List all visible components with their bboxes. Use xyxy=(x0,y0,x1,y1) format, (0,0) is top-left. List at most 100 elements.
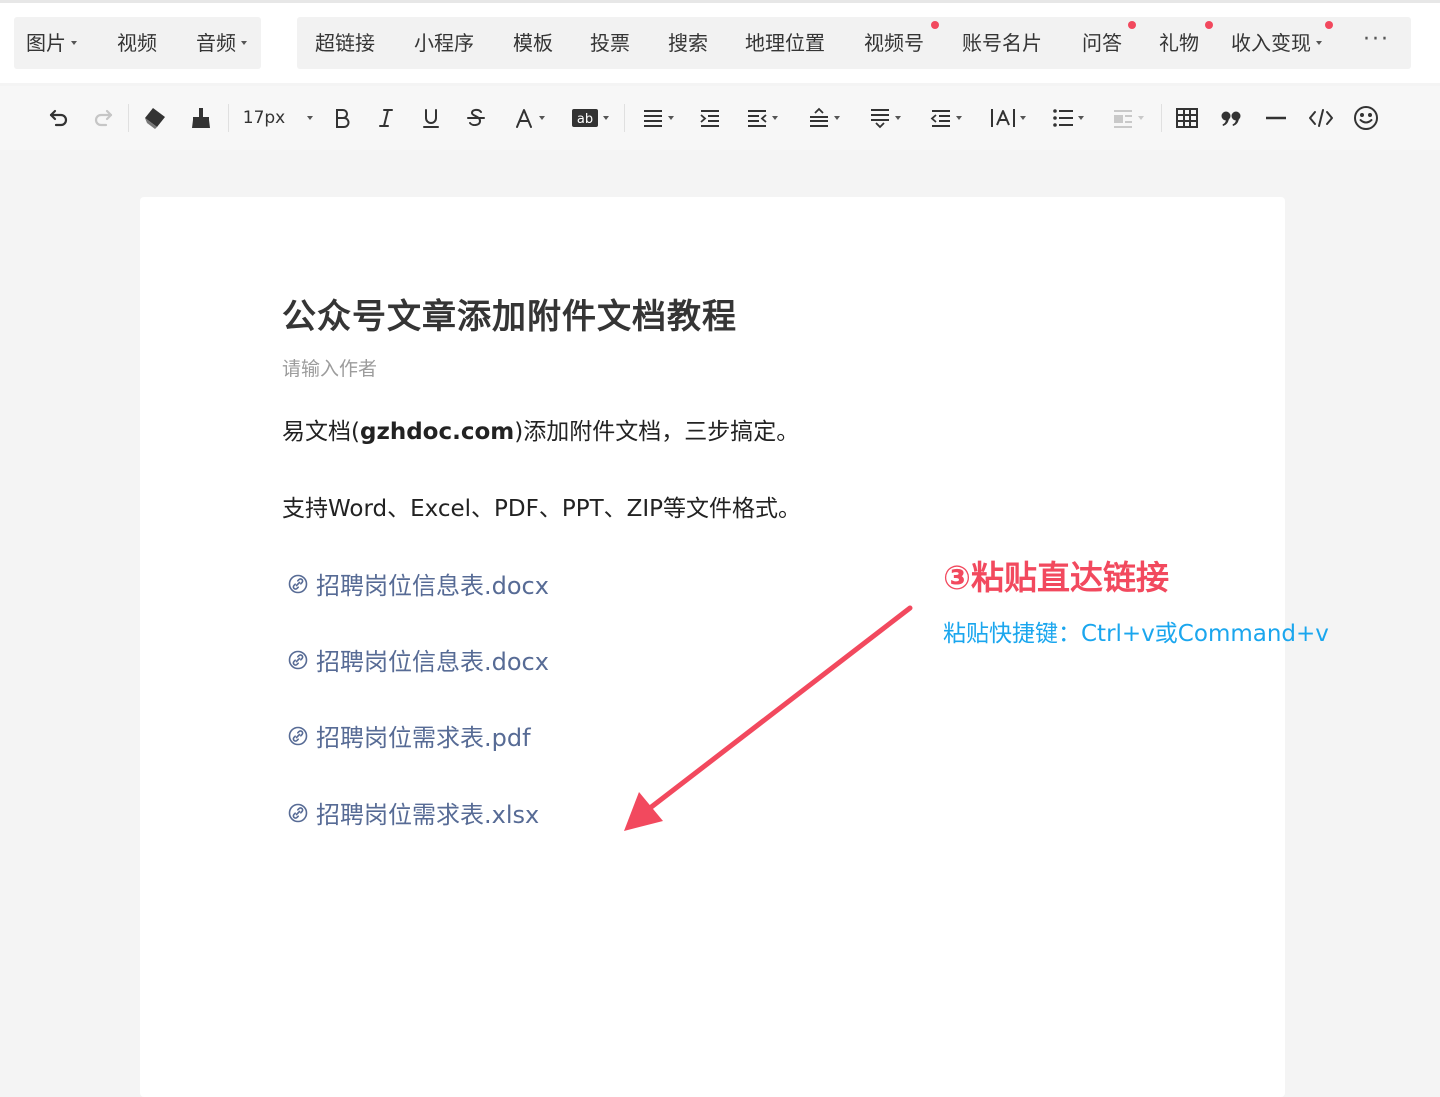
attachment-name: 招聘岗位需求表.pdf xyxy=(316,724,531,752)
insert-image-button[interactable]: 图片 xyxy=(26,17,77,69)
insert-hyperlink-label: 超链接 xyxy=(315,31,375,55)
divider-icon xyxy=(1266,116,1286,120)
redo-button[interactable] xyxy=(88,100,118,136)
undo-icon xyxy=(49,109,68,127)
font-size-select[interactable]: 17px xyxy=(242,100,314,136)
strikethrough-button[interactable] xyxy=(462,100,490,136)
align-button[interactable] xyxy=(636,100,680,136)
letter-spacing-button[interactable] xyxy=(924,100,968,136)
insert-qa-button[interactable]: 问答 xyxy=(1082,17,1122,69)
font-color-button[interactable] xyxy=(506,100,552,136)
attachment-name: 招聘岗位信息表.docx xyxy=(316,572,549,600)
chevron-down-icon xyxy=(668,116,674,120)
insert-audio-label: 音频 xyxy=(196,31,236,55)
format-painter-button[interactable] xyxy=(186,100,216,136)
undo-button[interactable] xyxy=(44,100,74,136)
attachment-link[interactable]: 招聘岗位需求表.xlsx xyxy=(288,795,539,830)
new-badge-dot xyxy=(931,21,939,29)
insert-divider-button[interactable] xyxy=(1262,100,1290,136)
link-icon xyxy=(288,726,308,745)
chevron-down-icon xyxy=(834,116,840,120)
toolbar-separator xyxy=(1161,104,1162,132)
format-toolbar: 17px ab xyxy=(0,86,1440,150)
insert-audio-button[interactable]: 音频 xyxy=(196,17,247,69)
attachment-link[interactable]: 招聘岗位需求表.pdf xyxy=(288,718,531,753)
emoji-icon xyxy=(1354,106,1378,130)
indent-button[interactable] xyxy=(696,100,724,136)
format-eraser-button[interactable] xyxy=(140,100,170,136)
format-eraser-icon xyxy=(145,108,165,129)
insert-image-label: 图片 xyxy=(26,31,66,55)
insert-account-card-button[interactable]: 账号名片 xyxy=(962,17,1042,69)
italic-button[interactable] xyxy=(372,100,400,136)
insert-code-button[interactable] xyxy=(1306,100,1336,136)
article-title[interactable]: 公众号文章添加附件文档教程 xyxy=(282,289,737,338)
attachment-link[interactable]: 招聘岗位信息表.docx xyxy=(288,642,549,677)
intro-text-end: )添加附件文档，三步搞定。 xyxy=(514,419,800,445)
insert-monetization-button[interactable]: 收入变现 xyxy=(1231,17,1322,69)
outdent-button[interactable] xyxy=(740,100,784,136)
insert-monetization-label: 收入变现 xyxy=(1231,31,1311,55)
paragraph-formats[interactable]: 支持Word、Excel、PDF、PPT、ZIP等文件格式。 xyxy=(282,489,801,523)
line-height-button[interactable] xyxy=(802,100,846,136)
chevron-down-icon xyxy=(307,116,314,120)
insert-location-button[interactable]: 地理位置 xyxy=(745,17,825,69)
insert-table-button[interactable] xyxy=(1173,100,1201,136)
chevron-down-icon xyxy=(539,116,545,120)
list-button[interactable] xyxy=(1046,100,1090,136)
align-icon xyxy=(644,110,662,127)
new-badge-dot xyxy=(1128,21,1136,29)
float-button[interactable] xyxy=(1106,100,1150,136)
chevron-down-icon xyxy=(71,40,77,45)
link-icon xyxy=(288,650,308,669)
chevron-down-icon xyxy=(1316,40,1322,45)
insert-gift-button[interactable]: 礼物 xyxy=(1159,17,1199,69)
svg-text:ab: ab xyxy=(577,112,593,127)
intro-bold-domain: gzhdoc.com xyxy=(359,419,515,445)
chevron-down-icon xyxy=(772,116,778,120)
paragraph-spacing-icon xyxy=(871,109,889,129)
letter-spacing-icon xyxy=(930,110,950,127)
insert-qa-label: 问答 xyxy=(1082,31,1122,55)
insert-template-button[interactable]: 模板 xyxy=(513,17,553,69)
chevron-down-icon xyxy=(1078,116,1084,120)
underline-icon xyxy=(423,109,439,128)
chevron-down-icon xyxy=(603,116,609,120)
insert-video-label: 视频 xyxy=(117,31,157,55)
insert-vote-button[interactable]: 投票 xyxy=(590,17,630,69)
toolbar-separator xyxy=(228,104,229,132)
insert-mini-program-button[interactable]: 小程序 xyxy=(414,17,474,69)
attachment-name: 招聘岗位需求表.xlsx xyxy=(316,801,540,829)
feature-insert-group: 超链接 小程序 模板 投票 搜索 地理位置 视频号 账号名片 问答 礼物 收入变… xyxy=(297,17,1411,69)
attachment-name: 招聘岗位信息表.docx xyxy=(316,648,549,676)
outdent-icon xyxy=(748,110,767,127)
attachment-link[interactable]: 招聘岗位信息表.docx xyxy=(288,566,549,601)
text-width-button[interactable] xyxy=(985,100,1031,136)
italic-icon xyxy=(379,109,393,127)
format-painter-icon xyxy=(192,108,210,128)
chevron-down-icon xyxy=(956,116,962,120)
bold-button[interactable] xyxy=(328,100,356,136)
link-icon xyxy=(288,803,308,822)
bold-icon xyxy=(336,109,350,128)
author-input[interactable]: 请输入作者 xyxy=(282,354,377,381)
insert-video-button[interactable]: 视频 xyxy=(117,17,157,69)
font-color-icon xyxy=(516,109,532,128)
chevron-down-icon xyxy=(1020,116,1026,120)
paragraph-spacing-button[interactable] xyxy=(863,100,907,136)
insert-channels-button[interactable]: 视频号 xyxy=(864,17,924,69)
insert-search-button[interactable]: 搜索 xyxy=(668,17,708,69)
insert-hyperlink-button[interactable]: 超链接 xyxy=(315,17,375,69)
paragraph-intro[interactable]: 易文档(gzhdoc.com)添加附件文档，三步搞定。 xyxy=(282,412,799,446)
text-width-icon xyxy=(991,109,1015,127)
insert-emoji-button[interactable] xyxy=(1351,100,1381,136)
background-color-button[interactable]: ab xyxy=(567,100,613,136)
link-icon xyxy=(288,574,308,593)
underline-button[interactable] xyxy=(417,100,445,136)
insert-quote-button[interactable] xyxy=(1217,100,1245,136)
float-icon xyxy=(1114,110,1132,128)
insert-search-label: 搜索 xyxy=(668,31,708,55)
insert-location-label: 地理位置 xyxy=(745,31,825,55)
more-options-button[interactable]: ··· xyxy=(1363,17,1390,69)
insert-vote-label: 投票 xyxy=(590,31,630,55)
